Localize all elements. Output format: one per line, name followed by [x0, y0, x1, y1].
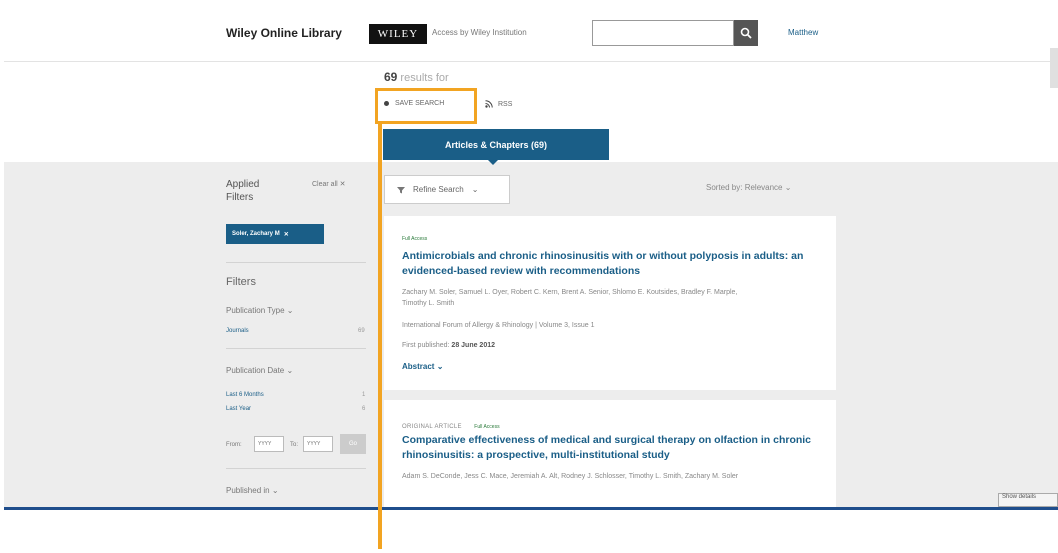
- filter-item-journals[interactable]: Journals: [226, 328, 249, 334]
- rss-icon: [485, 100, 493, 108]
- article-authors: Zachary M. Soler, Samuel L. Oyer, Robert…: [402, 289, 738, 307]
- applied-filter-chip[interactable]: Soler, Zachary M ✕: [226, 224, 324, 244]
- chevron-down-icon: ⌄: [286, 366, 294, 375]
- institution-access-text: Access by Wiley Institution: [432, 28, 527, 37]
- search-button[interactable]: [734, 20, 758, 46]
- article-authors: Adam S. DeConde, Jess C. Mace, Jeremiah …: [402, 473, 739, 480]
- browser-viewport: Wiley Online Library WILEY Access by Wil…: [4, 2, 1058, 510]
- search-input[interactable]: [592, 20, 734, 46]
- remove-filter-icon[interactable]: ✕: [284, 231, 289, 238]
- clear-all-label: Clear all: [312, 181, 338, 188]
- chevron-down-icon: ⌄: [286, 306, 294, 315]
- search-result-card: Full Access Antimicrobials and chronic r…: [384, 216, 836, 390]
- to-label: To:: [290, 442, 299, 448]
- article-title-link[interactable]: Antimicrobials and chronic rhinosinusiti…: [402, 249, 822, 279]
- search-result-card: ORIGINAL ARTICLE Full Access Comparative…: [384, 400, 836, 507]
- abstract-toggle[interactable]: Abstract ⌄: [402, 362, 443, 371]
- close-icon: ✕: [339, 181, 346, 188]
- sidebar-divider: [226, 348, 366, 349]
- search-icon: [740, 27, 752, 39]
- filter-item-last-6-months[interactable]: Last 6 Months: [226, 392, 264, 398]
- published-in-label: Published in: [226, 486, 270, 495]
- applied-filters-heading: Applied Filters: [226, 179, 260, 203]
- sidebar-divider: [226, 262, 366, 263]
- to-year-input[interactable]: [303, 436, 333, 452]
- filters-heading: Filters: [226, 276, 256, 288]
- sort-dropdown[interactable]: Sorted by: Relevance ⌄: [706, 183, 791, 192]
- article-type: ORIGINAL ARTICLE: [402, 424, 462, 430]
- results-count: 69 results for: [384, 70, 449, 84]
- article-title-link[interactable]: Comparative effectiveness of medical and…: [402, 433, 822, 463]
- filter-item-last-year[interactable]: Last Year: [226, 406, 251, 412]
- article-meta: ORIGINAL ARTICLE Full Access: [402, 415, 500, 433]
- tab-articles-chapters[interactable]: Articles & Chapters (69): [383, 129, 609, 160]
- publication-date-toggle[interactable]: Publication Date ⌄: [226, 366, 293, 375]
- refine-search-button[interactable]: Refine Search ⌄: [384, 175, 510, 204]
- results-count-number: 69: [384, 70, 398, 84]
- site-header: Wiley Online Library WILEY Access by Wil…: [4, 2, 1058, 88]
- wiley-logo[interactable]: WILEY: [369, 24, 427, 44]
- filter-count: 1: [362, 392, 366, 398]
- applied-filter-chip-label: Soler, Zachary M: [232, 231, 280, 237]
- rss-link[interactable]: RSS: [485, 100, 512, 108]
- chevron-down-icon: ⌄: [784, 183, 792, 192]
- sidebar-divider: [226, 468, 366, 469]
- annotation-pointer-line: [378, 124, 382, 549]
- access-badge: Full Access: [474, 424, 500, 430]
- chevron-down-icon: ⌄: [471, 185, 479, 194]
- results-count-suffix: results for: [400, 72, 449, 84]
- sort-label: Sorted by: Relevance: [706, 183, 783, 192]
- from-label: From:: [226, 442, 242, 448]
- date-go-button[interactable]: Go: [340, 434, 366, 454]
- rss-label: RSS: [498, 100, 513, 108]
- from-year-input[interactable]: [254, 436, 284, 452]
- save-search-highlight-box: [375, 88, 477, 124]
- abstract-label: Abstract: [402, 362, 435, 371]
- access-badge: Full Access: [402, 236, 428, 242]
- refine-search-label: Refine Search: [413, 185, 464, 194]
- scrollbar-thumb[interactable]: [1050, 48, 1058, 88]
- publication-date-label: Publication Date: [226, 366, 285, 375]
- tab-active-indicator: [486, 158, 500, 165]
- article-publish-date: First published: 28 June 2012: [402, 342, 495, 349]
- chevron-down-icon: ⌄: [436, 362, 444, 371]
- clear-all-filters-link[interactable]: Clear all ✕: [312, 180, 346, 188]
- chevron-down-icon: ⌄: [271, 486, 279, 495]
- publication-type-label: Publication Type: [226, 306, 285, 315]
- published-in-toggle[interactable]: Published in ⌄: [226, 486, 279, 495]
- first-published-label: First published:: [402, 342, 450, 349]
- site-brand[interactable]: Wiley Online Library: [226, 26, 342, 40]
- first-published-date: 28 June 2012: [451, 342, 496, 349]
- user-menu[interactable]: Matthew: [788, 28, 818, 37]
- publication-type-toggle[interactable]: Publication Type ⌄: [226, 306, 294, 315]
- article-journal-link[interactable]: International Forum of Allergy & Rhinolo…: [402, 322, 594, 329]
- filter-icon: [397, 186, 405, 193]
- filter-count: 69: [358, 328, 365, 334]
- filter-count: 6: [362, 406, 366, 412]
- corner-details-button[interactable]: Show details: [998, 493, 1058, 507]
